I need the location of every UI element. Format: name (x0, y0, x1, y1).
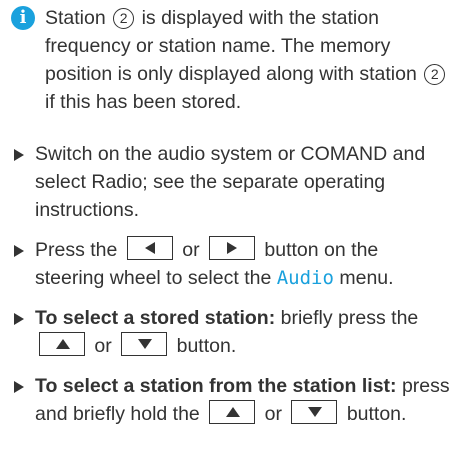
audio-menu-name: Audio (276, 267, 334, 289)
callout-2-icon: 2 (424, 64, 446, 85)
instruction-list: Switch on the audio system or COMAND and… (14, 140, 450, 440)
info-note: i Station 2 is displayed with the statio… (11, 4, 450, 116)
step-text-post: button. (346, 403, 407, 425)
instruction-step: To select a station from the station lis… (14, 372, 450, 428)
down-arrow-key-icon (121, 332, 168, 356)
step-bullet-icon (14, 149, 24, 161)
step-bullet-icon (14, 313, 24, 325)
step-text: Switch on the audio system or COMAND and… (35, 143, 426, 221)
step-text-mid: or (182, 239, 200, 261)
step-heading: To select a station from the station lis… (35, 375, 397, 397)
info-icon: i (11, 6, 35, 30)
instruction-step: Switch on the audio system or COMAND and… (14, 140, 450, 224)
step-text-pre: briefly press the (280, 307, 419, 329)
up-arrow-key-icon (39, 332, 85, 356)
step-bullet-icon (14, 381, 24, 393)
left-arrow-key-icon (126, 236, 173, 260)
manual-page: i Station 2 is displayed with the statio… (0, 0, 453, 457)
instruction-step: Press the or button on the steering whee… (14, 236, 450, 292)
step-heading: To select a stored station: (35, 307, 276, 329)
step-bullet-icon (14, 245, 24, 257)
note-text-3: if this has been stored. (45, 91, 242, 113)
step-text-post: button. (176, 335, 237, 357)
step-text-pre: Press the (35, 239, 118, 261)
down-arrow-key-icon (291, 400, 338, 424)
callout-2-icon: 2 (113, 8, 135, 29)
info-note-text: Station 2 is displayed with the station … (45, 4, 450, 116)
note-text-1: Station (45, 7, 106, 29)
up-arrow-key-icon (209, 400, 256, 424)
step-text-end: menu. (339, 267, 394, 289)
step-text-mid: or (94, 335, 112, 357)
instruction-step: To select a stored station: briefly pres… (14, 304, 450, 360)
step-text-mid: or (264, 403, 282, 425)
right-arrow-key-icon (208, 236, 255, 260)
